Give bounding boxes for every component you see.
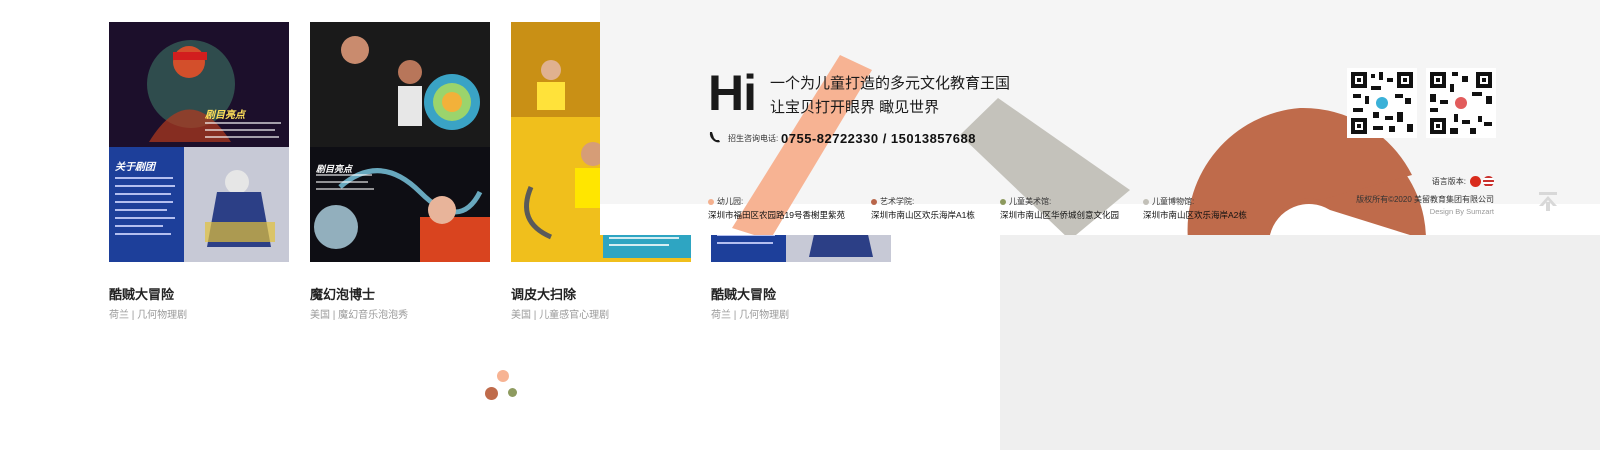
bullet-icon: [708, 198, 714, 205]
qr-code-icon: [1347, 68, 1417, 138]
slogan-line-2: 让宝贝打开眼界 瞰见世界: [770, 99, 940, 116]
address-text: 深圳市南山区欢乐海岸A1栋: [871, 210, 975, 220]
show-title[interactable]: 魔幻泡博士: [310, 284, 375, 303]
poster-illustration: [310, 22, 490, 262]
address-art-academy: 艺术学院: 深圳市南山区欢乐海岸A1栋: [871, 196, 975, 221]
carousel-dot[interactable]: [508, 388, 517, 397]
address-label: 艺术学院:: [880, 197, 915, 206]
show-poster[interactable]: 剧目亮点 关于剧团: [109, 22, 289, 262]
bullet-icon: [871, 198, 877, 205]
qr-code-icon: [1426, 68, 1496, 138]
language-label: 语言版本:: [1431, 177, 1466, 186]
poster-illustration: [109, 22, 289, 262]
address-label: 儿童美术馆:: [1009, 197, 1052, 206]
show-subtitle: 荷兰 | 几何物理剧: [109, 310, 188, 321]
address-kindergarten: 幼儿园: 深圳市福田区农园路19号香榭里紫苑: [708, 196, 845, 221]
address-art-museum: 儿童美术馆: 深圳市南山区华侨城创意文化园: [1000, 196, 1119, 221]
carousel-dot[interactable]: [497, 370, 509, 382]
phone-numbers[interactable]: 0755-82722330 / 15013857688: [781, 131, 976, 146]
show-subtitle: 荷兰 | 几何物理剧: [711, 310, 790, 321]
show-card[interactable]: 剧目亮点 关于剧团 酷贼大冒险 荷兰 | 几何物理剧: [109, 22, 289, 321]
show-poster[interactable]: 剧目亮点: [310, 22, 490, 262]
slogan-line-1: 一个为儿童打造的多元文化教育王国: [770, 75, 1011, 92]
show-subtitle: 美国 | 魔幻音乐泡泡秀: [310, 310, 409, 321]
flag-cn-icon[interactable]: [1470, 176, 1481, 187]
address-childrens-museum: 儿童博物馆: 深圳市南山区欢乐海岸A2栋: [1143, 196, 1247, 221]
show-title[interactable]: 调皮大扫除: [511, 284, 576, 303]
address-text: 深圳市南山区华侨城创意文化园: [1000, 210, 1120, 220]
phone-icon: [709, 132, 720, 143]
show-title[interactable]: 酷贼大冒险: [109, 284, 174, 303]
phone-label: 招生咨询电话:: [728, 134, 779, 143]
show-card[interactable]: 剧目亮点 魔幻泡博士 美国 | 魔幻音乐泡泡秀: [310, 22, 490, 321]
show-title[interactable]: 酷贼大冒险: [711, 284, 776, 303]
poster-heading: 剧目亮点: [316, 164, 353, 174]
copyright-text: 版权所有©2020 美留教育集团有限公司: [1356, 195, 1494, 204]
back-to-top-icon[interactable]: [1535, 188, 1561, 214]
design-credit: Design By Sumzart: [1429, 207, 1494, 216]
bullet-icon: [1143, 198, 1149, 205]
address-text: 深圳市福田区农园路19号香榭里紫苑: [708, 210, 845, 220]
address-label: 幼儿园:: [717, 197, 744, 206]
carousel-dot[interactable]: [485, 387, 498, 400]
address-label: 儿童博物馆:: [1152, 197, 1195, 206]
show-subtitle: 美国 | 儿童感官心理剧: [511, 310, 610, 321]
poster-badge: 剧目亮点: [205, 110, 245, 121]
address-text: 深圳市南山区欢乐海岸A2栋: [1143, 210, 1247, 220]
hi-heading: Hi: [708, 65, 757, 121]
bullet-icon: [1000, 198, 1006, 205]
poster-heading: 关于剧团: [115, 162, 155, 173]
flag-us-icon[interactable]: [1483, 176, 1494, 187]
site-footer: Hi 一个为儿童打造的多元文化教育王国 让宝贝打开眼界 瞰见世界 招生咨询电话:…: [600, 0, 1600, 235]
